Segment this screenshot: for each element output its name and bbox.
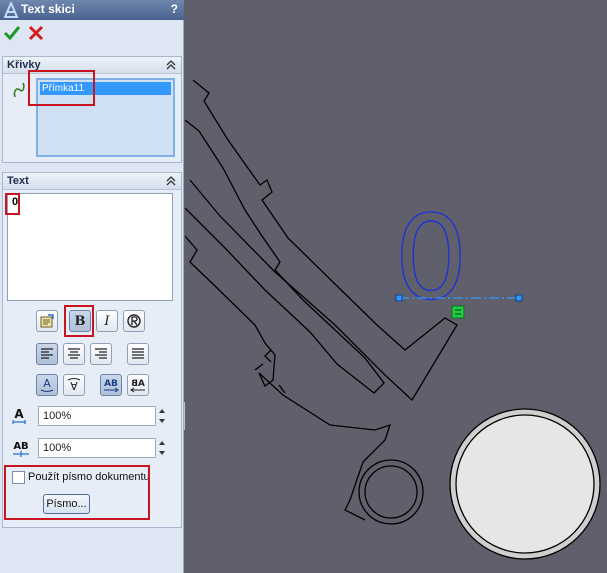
panel-title: Text skici	[21, 2, 75, 16]
align-left-button[interactable]	[36, 343, 58, 365]
italic-button[interactable]: I	[96, 310, 118, 332]
font-button[interactable]: Písmo...	[43, 494, 90, 514]
svg-text:AB: AB	[104, 379, 118, 389]
align-right-icon	[95, 348, 107, 359]
bold-button[interactable]: B	[69, 310, 91, 332]
flip-vertical-button[interactable]: A	[36, 374, 58, 396]
align-right-button[interactable]	[90, 343, 112, 365]
flip-horizontal-back-button[interactable]: AB	[127, 374, 149, 396]
width-factor-spinner[interactable]	[156, 406, 168, 426]
svg-text:AB: AB	[13, 441, 28, 452]
char-spacing-icon: AB	[13, 441, 29, 457]
flip-vertical-icon: A	[40, 377, 54, 392]
text-input[interactable]: 0	[7, 193, 173, 301]
align-left-icon	[41, 348, 53, 359]
svg-text:A: A	[70, 379, 78, 392]
property-manager-panel: Text skici ? Křivky Přímka11 Text 0 B I …	[0, 0, 184, 573]
flip-back-icon: AB	[130, 379, 145, 393]
text-heading: Text	[7, 175, 29, 187]
curves-heading: Křivky	[7, 59, 41, 71]
svg-text:AB: AB	[131, 379, 145, 389]
graphics-area[interactable]: 0	[185, 0, 607, 573]
list-item[interactable]: Přímka11	[40, 82, 171, 95]
align-justify-icon	[132, 348, 144, 359]
flip-horizontal-icon: AB	[104, 379, 119, 393]
svg-text:A: A	[43, 377, 51, 390]
italic-icon: I	[104, 313, 110, 329]
curves-group: Křivky Přímka11	[2, 56, 182, 163]
char-spacing-spinner[interactable]	[156, 438, 168, 458]
width-factor-icon: A	[12, 407, 26, 424]
rotate-icon	[127, 314, 141, 328]
app-window: Text skici ? Křivky Přímka11 Text 0 B I …	[0, 0, 607, 573]
char-spacing-input[interactable]: 100%	[38, 438, 156, 458]
horizontal-relation-icon[interactable]	[451, 305, 465, 319]
align-center-icon	[68, 348, 80, 359]
flip-down-icon: A	[67, 378, 81, 392]
link-property-icon	[40, 314, 54, 328]
rotate-button[interactable]	[123, 310, 145, 332]
text-group-header[interactable]: Text	[3, 173, 181, 190]
bold-icon: B	[74, 313, 86, 329]
width-factor-input[interactable]: 100%	[38, 406, 156, 426]
sketch-text-icon	[3, 2, 19, 18]
use-doc-font-label[interactable]: Použít písmo dokumentu	[28, 471, 150, 483]
use-doc-font-checkbox[interactable]	[12, 471, 25, 484]
curves-group-header[interactable]: Křivky	[3, 57, 181, 74]
cancel-button[interactable]	[27, 24, 45, 42]
curves-list[interactable]: Přímka11	[36, 78, 175, 157]
line-endpoint-handle[interactable]	[395, 294, 403, 302]
svg-text:A: A	[14, 407, 24, 421]
help-button[interactable]: ?	[171, 2, 178, 16]
align-center-button[interactable]	[63, 343, 85, 365]
flip-horizontal-button[interactable]: AB	[100, 374, 122, 396]
collapse-chevron-icon[interactable]	[166, 60, 176, 70]
panel-title-bar: Text skici ?	[0, 0, 184, 20]
ok-button[interactable]	[3, 24, 21, 42]
large-disk	[449, 408, 601, 560]
flip-vertical-down-button[interactable]: A	[63, 374, 85, 396]
curve-icon	[13, 82, 25, 98]
align-justify-button[interactable]	[127, 343, 149, 365]
line-endpoint-handle[interactable]	[515, 294, 523, 302]
collapse-chevron-icon[interactable]	[166, 176, 176, 186]
link-to-property-button[interactable]	[36, 310, 58, 332]
